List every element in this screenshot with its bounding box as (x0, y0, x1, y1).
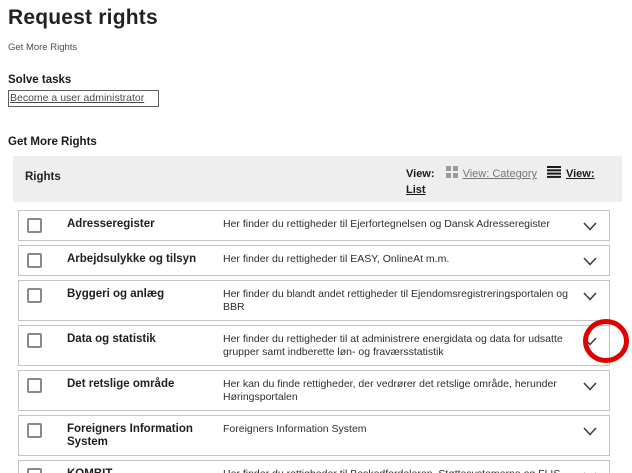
solve-tasks-heading: Solve tasks (8, 74, 72, 86)
chevron-down-icon[interactable] (581, 255, 599, 267)
rights-category-row[interactable]: Adresseregister Her finder du rettighede… (18, 210, 610, 241)
chevron-down-icon[interactable] (581, 220, 599, 232)
category-description: Foreigners Information System (223, 423, 367, 435)
category-title: Arbejdsulykke og tilsyn (67, 253, 197, 265)
view-switcher: View: View: Category View: List (406, 166, 610, 202)
rights-list: Adresseregister Her finder du rettighede… (18, 210, 629, 473)
view-category-link[interactable]: View: Category (445, 166, 537, 180)
category-title: Byggeri og anlæg (67, 288, 165, 300)
category-title: Det retslige område (67, 378, 175, 390)
view-category-label: View: Category (462, 168, 537, 180)
category-title: KOMBIT (67, 468, 207, 473)
category-checkbox[interactable] (27, 218, 42, 233)
page-title: Request rights (8, 6, 158, 29)
view-label: View: (406, 168, 435, 180)
rights-category-row[interactable]: Arbejdsulykke og tilsyn Her finder du re… (18, 245, 610, 276)
category-description: Her kan du finde rettigheder, der vedrør… (223, 378, 557, 403)
category-description: Her finder du rettigheder til Beskedford… (223, 468, 588, 473)
category-description: Her finder du blandt andet rettigheder t… (223, 288, 568, 313)
rights-category-row[interactable]: KOMBIT Her finder du rettigheder til Bes… (18, 460, 610, 473)
rights-category-row[interactable]: Data og statistik Her finder du rettighe… (18, 319, 629, 366)
category-title: Adresseregister (67, 218, 155, 230)
breadcrumb: Get More Rights (8, 42, 78, 53)
category-checkbox[interactable] (27, 423, 42, 438)
rights-table-header: Rights View: View: Category View: List (13, 156, 622, 202)
category-checkbox[interactable] (27, 468, 42, 473)
request-rights-page: Request rights Get More Rights Solve tas… (0, 0, 632, 473)
list-icon (546, 166, 561, 178)
get-more-rights-heading: Get More Rights (8, 136, 97, 148)
rights-category-row[interactable]: Byggeri og anlæg Her finder du blandt an… (18, 280, 610, 321)
rights-column-header: Rights (25, 171, 61, 183)
rights-category-row[interactable]: Det retslige område Her kan du finde ret… (18, 370, 610, 411)
become-user-administrator-link[interactable]: Become a user administrator (8, 90, 160, 107)
chevron-down-icon[interactable] (581, 380, 599, 392)
category-description: Her finder du rettigheder til Ejerforteg… (223, 218, 550, 230)
chevron-down-icon[interactable] (581, 425, 599, 437)
category-checkbox[interactable] (27, 333, 42, 348)
category-description: Her finder du rettigheder til at adminis… (223, 333, 563, 358)
chevron-down-icon[interactable] (581, 290, 599, 302)
category-description: Her finder du rettigheder til EASY, Onli… (223, 253, 450, 265)
chevron-down-icon[interactable] (581, 335, 599, 347)
rights-category-row[interactable]: Foreigners Information System Foreigners… (18, 415, 610, 456)
category-checkbox[interactable] (27, 288, 42, 303)
category-checkbox[interactable] (27, 253, 42, 268)
category-title: Foreigners Information System (67, 423, 193, 448)
category-checkbox[interactable] (27, 378, 42, 393)
category-title: Data og statistik (67, 333, 156, 345)
grid-icon (445, 166, 458, 178)
